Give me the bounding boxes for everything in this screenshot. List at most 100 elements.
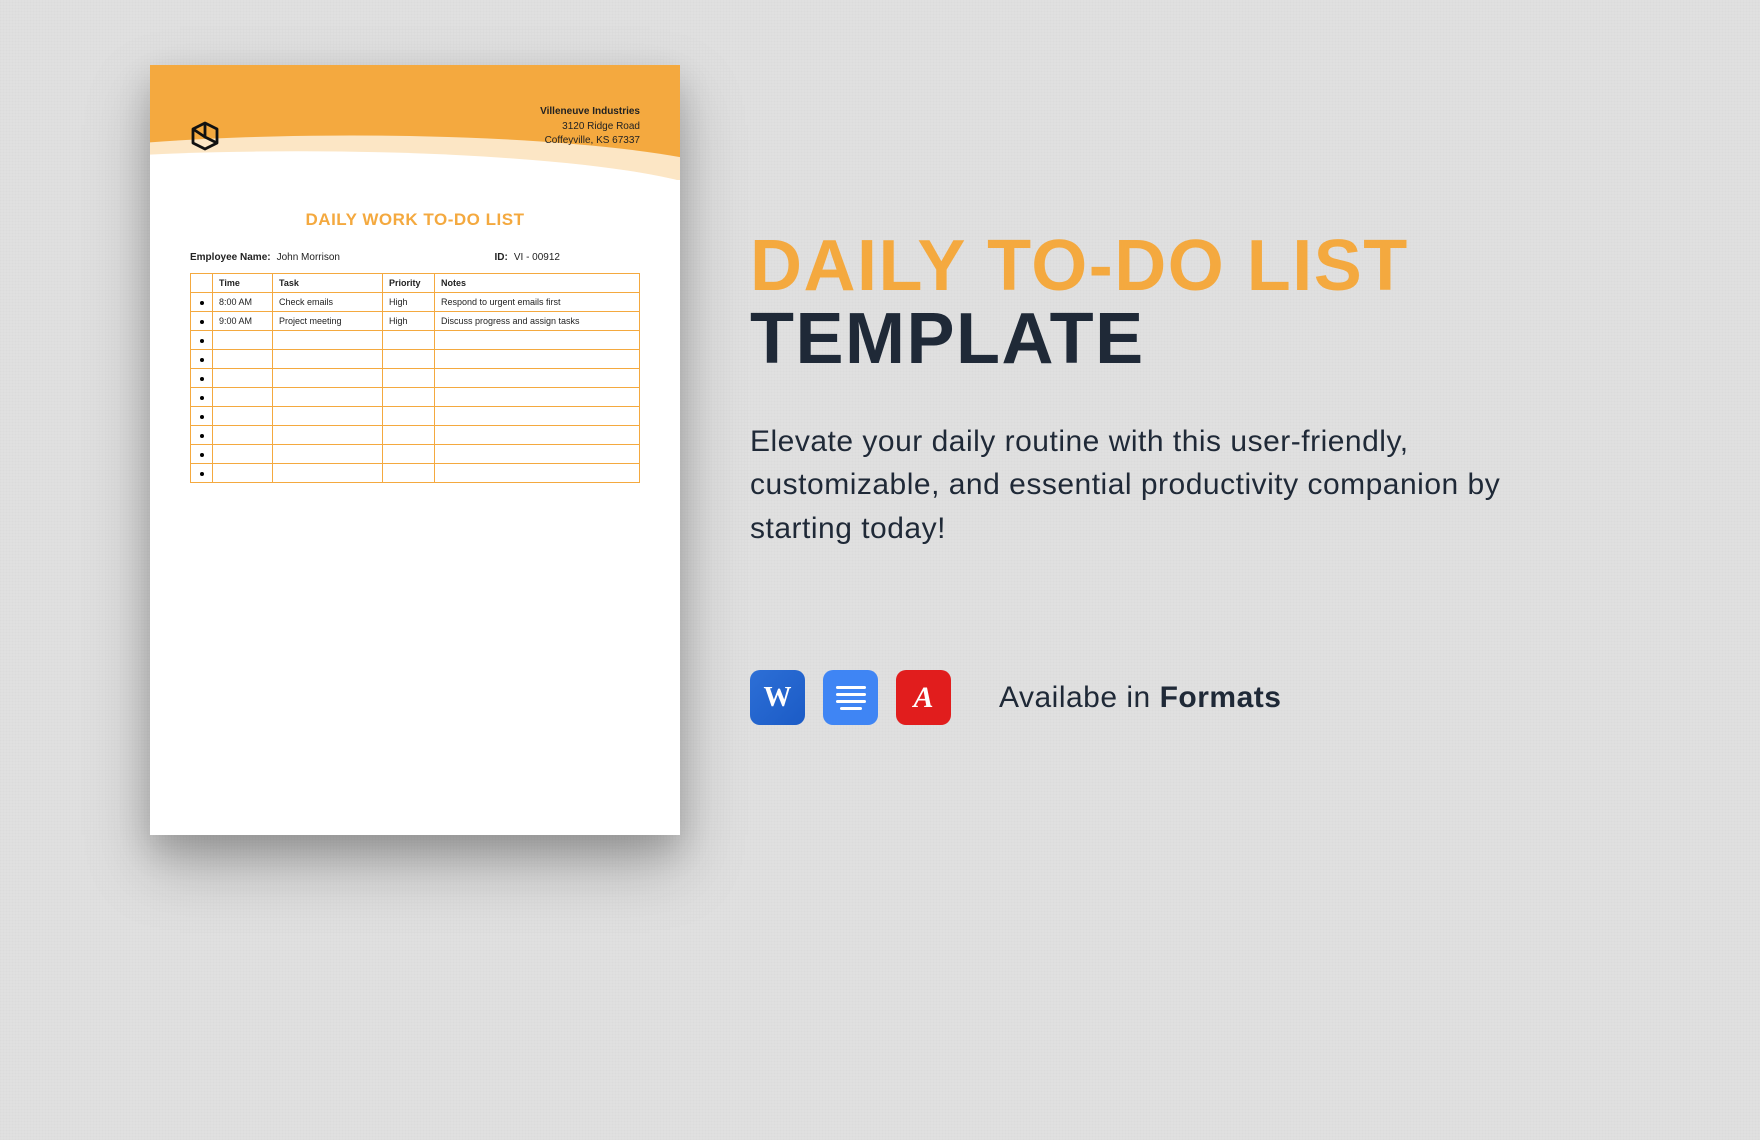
todo-table-container: Time Task Priority Notes 8:00 AMCheck em…	[190, 273, 640, 483]
cell-priority	[383, 407, 435, 426]
available-text: Availabe in Formats	[999, 681, 1281, 715]
hero-line-2: TEMPLATE	[750, 302, 1600, 378]
cell-task: Project meeting	[273, 312, 383, 331]
cell-time	[213, 369, 273, 388]
cube-logo-icon	[185, 115, 225, 155]
bullet-cell	[191, 369, 213, 388]
cell-notes	[435, 464, 640, 483]
hero-line-1: DAILY TO-DO LIST	[750, 230, 1600, 302]
cell-notes	[435, 369, 640, 388]
cell-notes	[435, 426, 640, 445]
cell-time: 8:00 AM	[213, 293, 273, 312]
cell-notes	[435, 388, 640, 407]
col-priority: Priority	[383, 274, 435, 293]
col-bullet	[191, 274, 213, 293]
cell-task	[273, 388, 383, 407]
google-docs-icon	[823, 670, 878, 725]
cell-time: 9:00 AM	[213, 312, 273, 331]
cell-task	[273, 426, 383, 445]
cell-notes	[435, 407, 640, 426]
employee-id-block: ID: VI - 00912	[495, 252, 561, 263]
table-row	[191, 445, 640, 464]
spacer	[340, 252, 495, 263]
employee-name-block: Employee Name: John Morrison	[190, 252, 340, 263]
employee-id-label: ID:	[495, 252, 508, 263]
bullet-icon	[200, 320, 204, 324]
employee-name-value: John Morrison	[277, 252, 340, 263]
todo-table: Time Task Priority Notes 8:00 AMCheck em…	[190, 273, 640, 483]
bullet-icon	[200, 377, 204, 381]
table-row	[191, 350, 640, 369]
company-address-2: Coffeyville, KS 67337	[540, 134, 640, 149]
description-text: Elevate your daily routine with this use…	[750, 420, 1600, 551]
bullet-cell	[191, 293, 213, 312]
col-task: Task	[273, 274, 383, 293]
employee-info-row: Employee Name: John Morrison ID: VI - 00…	[190, 252, 640, 263]
cell-task	[273, 464, 383, 483]
cell-task: Check emails	[273, 293, 383, 312]
word-icon: W	[750, 670, 805, 725]
bullet-cell	[191, 331, 213, 350]
cell-task	[273, 350, 383, 369]
table-row	[191, 331, 640, 350]
cell-priority: High	[383, 293, 435, 312]
bullet-icon	[200, 472, 204, 476]
cell-notes	[435, 445, 640, 464]
bullet-icon	[200, 415, 204, 419]
cell-priority: High	[383, 312, 435, 331]
bullet-cell	[191, 426, 213, 445]
document-header: Villeneuve Industries 3120 Ridge Road Co…	[150, 65, 680, 180]
docs-line	[836, 700, 866, 703]
company-name: Villeneuve Industries	[540, 105, 640, 120]
company-address-1: 3120 Ridge Road	[540, 120, 640, 135]
available-bold: Formats	[1160, 681, 1282, 714]
table-row: 9:00 AMProject meetingHighDiscuss progre…	[191, 312, 640, 331]
cell-task	[273, 369, 383, 388]
table-row	[191, 464, 640, 483]
col-notes: Notes	[435, 274, 640, 293]
cell-priority	[383, 369, 435, 388]
cell-priority	[383, 426, 435, 445]
bullet-icon	[200, 339, 204, 343]
cell-task	[273, 331, 383, 350]
docs-line	[840, 707, 862, 710]
table-row	[191, 426, 640, 445]
bullet-cell	[191, 464, 213, 483]
bullet-icon	[200, 453, 204, 457]
marketing-panel: DAILY TO-DO LIST TEMPLATE Elevate your d…	[750, 230, 1600, 725]
bullet-icon	[200, 434, 204, 438]
bullet-cell	[191, 350, 213, 369]
cell-time	[213, 445, 273, 464]
employee-name-label: Employee Name:	[190, 252, 271, 263]
table-row	[191, 369, 640, 388]
cell-time	[213, 331, 273, 350]
col-time: Time	[213, 274, 273, 293]
docs-line	[836, 693, 866, 696]
cell-time	[213, 388, 273, 407]
cell-priority	[383, 388, 435, 407]
bullet-icon	[200, 396, 204, 400]
cell-time	[213, 407, 273, 426]
available-prefix: Availabe in	[999, 681, 1160, 714]
bullet-cell	[191, 407, 213, 426]
company-block: Villeneuve Industries 3120 Ridge Road Co…	[540, 105, 640, 149]
cell-time	[213, 464, 273, 483]
table-row: 8:00 AMCheck emailsHighRespond to urgent…	[191, 293, 640, 312]
table-row	[191, 388, 640, 407]
cell-time	[213, 426, 273, 445]
cell-priority	[383, 350, 435, 369]
cell-time	[213, 350, 273, 369]
document-preview: Villeneuve Industries 3120 Ridge Road Co…	[150, 65, 680, 835]
bullet-icon	[200, 301, 204, 305]
bullet-cell	[191, 445, 213, 464]
docs-line	[836, 686, 866, 689]
cell-notes	[435, 331, 640, 350]
cell-notes: Respond to urgent emails first	[435, 293, 640, 312]
bullet-icon	[200, 358, 204, 362]
table-header-row: Time Task Priority Notes	[191, 274, 640, 293]
cell-notes: Discuss progress and assign tasks	[435, 312, 640, 331]
cell-task	[273, 445, 383, 464]
document-title: DAILY WORK TO-DO LIST	[150, 210, 680, 230]
cell-notes	[435, 350, 640, 369]
bullet-cell	[191, 388, 213, 407]
